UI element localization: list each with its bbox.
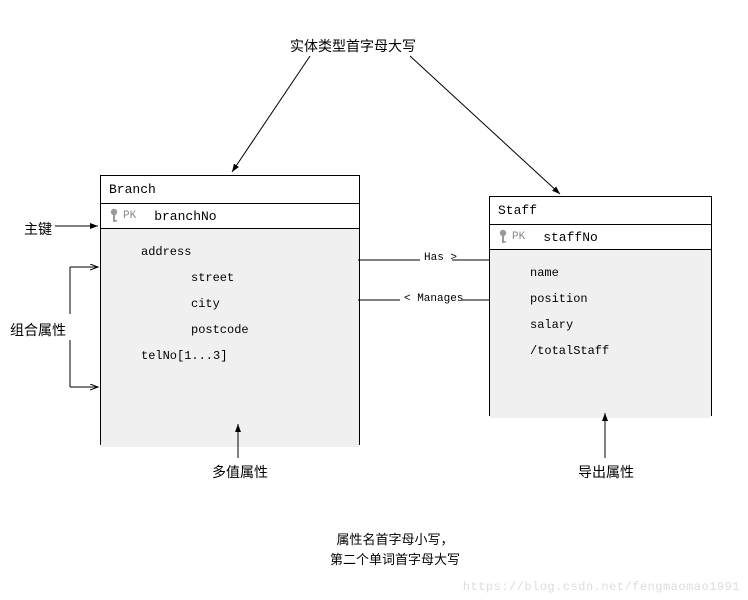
- staff-attrs: name position salary /totalStaff: [490, 250, 711, 418]
- annotation-pk: 主键: [24, 219, 52, 239]
- branch-attr-telno: telNo[1...3]: [101, 337, 359, 363]
- annotation-derived: 导出属性: [578, 462, 634, 482]
- entity-staff: Staff PK staffNo name position salary /t…: [489, 196, 712, 416]
- pk-label: PK: [512, 231, 525, 243]
- key-icon: [498, 229, 508, 245]
- entity-branch: Branch PK branchNo address street city p…: [100, 175, 360, 445]
- branch-attrs: address street city postcode telNo[1...3…: [101, 229, 359, 447]
- staff-attr-position: position: [490, 280, 711, 306]
- branch-attr-city: city: [101, 285, 359, 311]
- annotation-composite: 组合属性: [10, 320, 66, 340]
- staff-attr-name: name: [490, 254, 711, 280]
- staff-attr-totalstaff: /totalStaff: [490, 332, 711, 358]
- key-icon: [109, 208, 119, 224]
- branch-attr-street: street: [101, 259, 359, 285]
- branch-attr-postcode: postcode: [101, 311, 359, 337]
- annotation-attr-naming: 属性名首字母小写， 第二个单词首字母大写: [310, 531, 480, 570]
- staff-attr-salary: salary: [490, 306, 711, 332]
- entity-staff-title: Staff: [490, 197, 711, 225]
- pk-label: PK: [123, 210, 136, 222]
- branch-pk-attr: branchNo: [154, 209, 216, 224]
- staff-pk-attr: staffNo: [543, 230, 598, 245]
- branch-pk-row: PK branchNo: [101, 204, 359, 229]
- watermark: https://blog.csdn.net/fengmaomao1991: [463, 580, 740, 594]
- entity-branch-title: Branch: [101, 176, 359, 204]
- annotation-multivalue: 多值属性: [212, 462, 268, 482]
- annotation-entity-caps: 实体类型首字母大写: [290, 36, 416, 56]
- relationship-manages: < Manages: [404, 293, 463, 305]
- relationship-has: Has >: [424, 252, 457, 264]
- staff-pk-row: PK staffNo: [490, 225, 711, 250]
- branch-attr-address: address: [101, 233, 359, 259]
